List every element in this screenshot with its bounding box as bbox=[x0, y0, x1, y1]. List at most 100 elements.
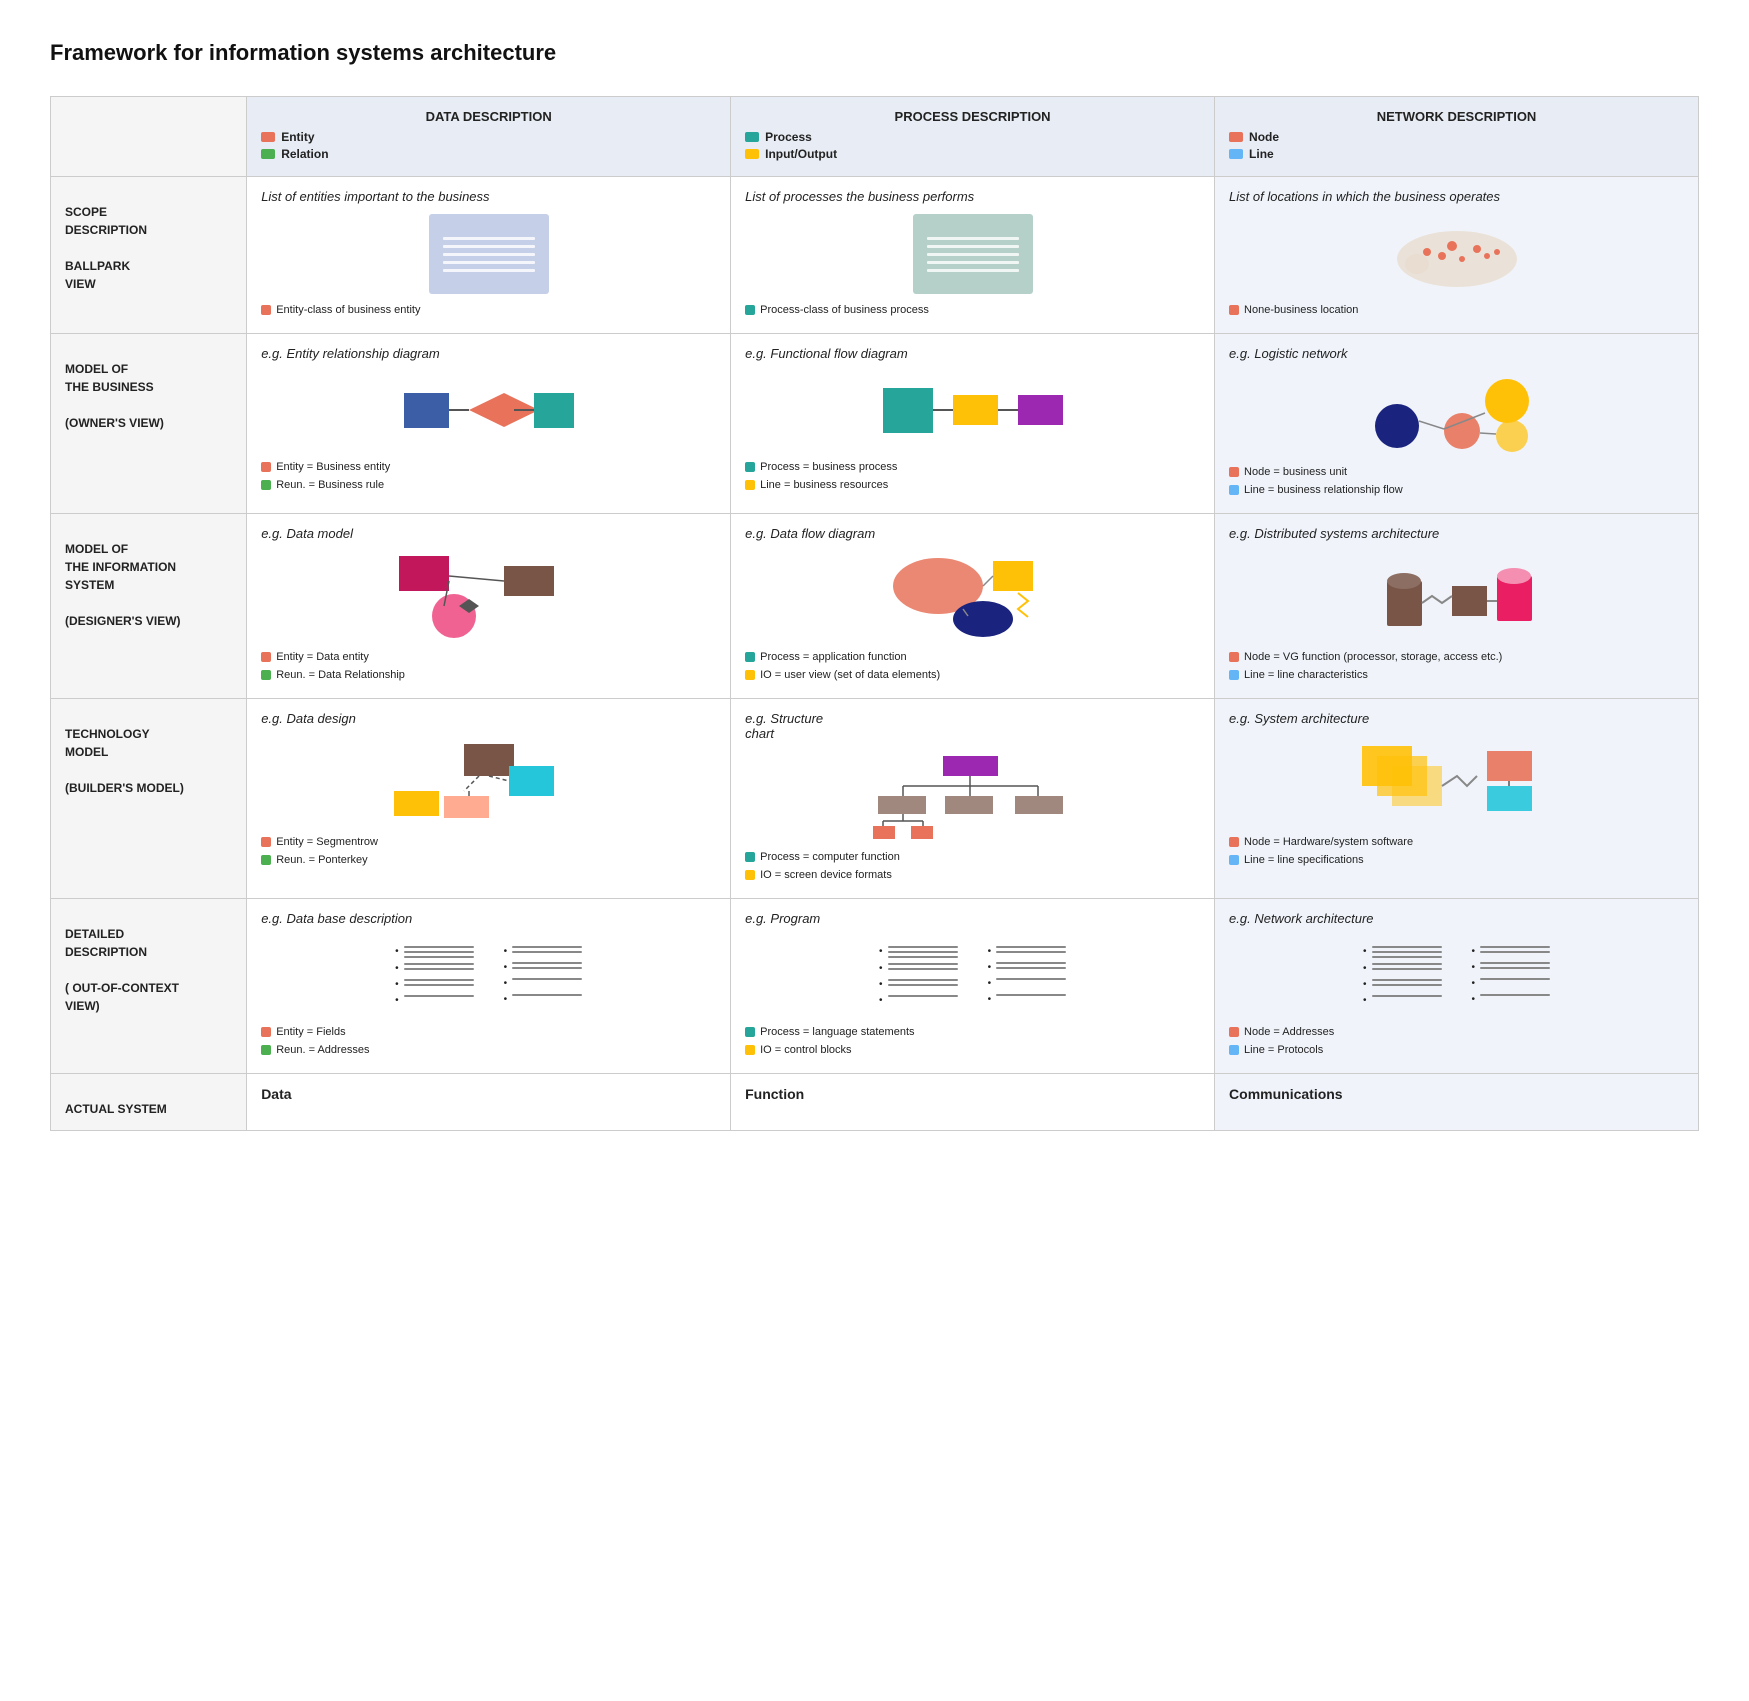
data-model-diagram bbox=[394, 551, 584, 641]
actual-process-cell: Function bbox=[731, 1073, 1215, 1130]
business-data-cell: e.g. Entity relationship diagram Entity bbox=[247, 333, 731, 513]
business-network-cell: e.g. Logistic network bbox=[1215, 333, 1699, 513]
line-color-box bbox=[1229, 149, 1243, 159]
scope-network-map bbox=[1387, 214, 1527, 294]
cap-dot bbox=[261, 855, 271, 865]
cap-dot bbox=[1229, 1045, 1239, 1055]
tech-process-cell: e.g. Structurechart bbox=[731, 698, 1215, 898]
tech-process-caption: Process = computer function IO = screen … bbox=[745, 849, 1200, 884]
business-network-diagram bbox=[1229, 371, 1684, 456]
business-row-label: MODEL OFTHE BUSINESS(OWNER'S VIEW) bbox=[51, 333, 247, 513]
info-process-title: e.g. Data flow diagram bbox=[745, 526, 1200, 541]
detailed-row-label: DETAILEDDESCRIPTION( OUT-OF-CONTEXTVIEW) bbox=[51, 898, 247, 1073]
cap-dot bbox=[1229, 467, 1239, 477]
tech-data-diagram bbox=[261, 736, 716, 826]
row-business-model: MODEL OFTHE BUSINESS(OWNER'S VIEW) e.g. … bbox=[51, 333, 1699, 513]
detailed-data-cell: e.g. Data base description • • • • • • bbox=[247, 898, 731, 1073]
system-arch-diagram bbox=[1357, 736, 1557, 826]
business-data-title: e.g. Entity relationship diagram bbox=[261, 346, 716, 361]
cap-dot bbox=[1229, 305, 1239, 315]
scope-process-doc bbox=[913, 214, 1033, 294]
info-network-diagram bbox=[1229, 551, 1684, 641]
cap-dot bbox=[1229, 670, 1239, 680]
structure-chart bbox=[873, 751, 1073, 841]
info-data-title: e.g. Data model bbox=[261, 526, 716, 541]
business-process-cell: e.g. Functional flow diagram Process = bbox=[731, 333, 1215, 513]
business-process-title: e.g. Functional flow diagram bbox=[745, 346, 1200, 361]
business-network-caption: Node = business unit Line = business rel… bbox=[1229, 464, 1684, 499]
detailed-process-caption: Process = language statements IO = contr… bbox=[745, 1024, 1200, 1059]
scope-process-title: List of processes the business performs bbox=[745, 189, 1200, 204]
cap-dot bbox=[745, 670, 755, 680]
row-info-system: MODEL OFTHE INFORMATIONSYSTEM(DESIGNER'S… bbox=[51, 513, 1699, 698]
row-technology: TECHNOLOGYMODEL(BUILDER'S MODEL) e.g. Da… bbox=[51, 698, 1699, 898]
scope-network-diagram bbox=[1229, 214, 1684, 294]
detailed-data-diagram: • • • • • • • • bbox=[261, 936, 716, 1016]
process-color-box bbox=[745, 132, 759, 142]
cap-dot bbox=[745, 1045, 755, 1055]
tech-process-title: e.g. Structurechart bbox=[745, 711, 1200, 741]
row-detailed: DETAILEDDESCRIPTION( OUT-OF-CONTEXTVIEW)… bbox=[51, 898, 1699, 1073]
header-empty bbox=[51, 97, 247, 177]
row-actual-system: ACTUAL SYSTEM Data Function Communicatio… bbox=[51, 1073, 1699, 1130]
actual-data-cell: Data bbox=[247, 1073, 731, 1130]
cap-dot bbox=[261, 1045, 271, 1055]
tech-data-caption: Entity = Segmentrow Reun. = Ponterkey bbox=[261, 834, 716, 869]
info-network-caption: Node = VG function (processor, storage, … bbox=[1229, 649, 1684, 684]
actual-row-label: ACTUAL SYSTEM bbox=[51, 1073, 247, 1130]
flow-diagram bbox=[878, 373, 1068, 448]
cap-dot bbox=[1229, 485, 1239, 495]
cap-dot bbox=[261, 462, 271, 472]
cap-dot bbox=[745, 480, 755, 490]
scope-data-title: List of entities important to the busine… bbox=[261, 189, 716, 204]
cap-dot bbox=[261, 1027, 271, 1037]
tech-network-cell: e.g. System architecture bbox=[1215, 698, 1699, 898]
tech-process-diagram bbox=[745, 751, 1200, 841]
process-legend-io: Input/Output bbox=[745, 147, 1200, 161]
dataflow-diagram bbox=[873, 551, 1073, 641]
detailed-data-caption: Entity = Fields Reun. = Addresses bbox=[261, 1024, 716, 1059]
header-network-description: NETWORK DESCRIPTION Node Line bbox=[1215, 97, 1699, 177]
detailed-process-diagram: • • • • • • • • bbox=[745, 936, 1200, 1016]
process-desc-title: PROCESS DESCRIPTION bbox=[745, 109, 1200, 124]
process-legend-process: Process bbox=[745, 130, 1200, 144]
header-data-description: DATA DESCRIPTION Entity Relation bbox=[247, 97, 731, 177]
cap-dot bbox=[261, 652, 271, 662]
info-network-cell: e.g. Distributed systems architecture bbox=[1215, 513, 1699, 698]
detailed-process-title: e.g. Program bbox=[745, 911, 1200, 926]
page-title: Framework for information systems archit… bbox=[50, 40, 1699, 66]
scope-row-label: SCOPEDESCRIPTIONBALLPARKVIEW bbox=[51, 177, 247, 334]
network-legend-line: Line bbox=[1229, 147, 1684, 161]
info-process-caption: Process = application function IO = user… bbox=[745, 649, 1200, 684]
scope-network-caption: None-business location bbox=[1229, 302, 1684, 319]
io-color-box bbox=[745, 149, 759, 159]
cap-dot bbox=[1229, 855, 1239, 865]
info-network-title: e.g. Distributed systems architecture bbox=[1229, 526, 1684, 541]
cap-dot bbox=[1229, 652, 1239, 662]
info-data-diagram bbox=[261, 551, 716, 641]
cap-dot bbox=[745, 462, 755, 472]
tech-network-title: e.g. System architecture bbox=[1229, 711, 1684, 726]
data-desc-title: DATA DESCRIPTION bbox=[261, 109, 716, 124]
data-legend-entity: Entity bbox=[261, 130, 716, 144]
distributed-diagram bbox=[1357, 551, 1557, 641]
tech-network-diagram bbox=[1229, 736, 1684, 826]
cap-dot bbox=[745, 305, 755, 315]
detailed-network-diagram: • • • • • • • • bbox=[1229, 936, 1684, 1016]
detailed-network-cell: e.g. Network architecture • • • • • • • bbox=[1215, 898, 1699, 1073]
actual-network-cell: Communications bbox=[1215, 1073, 1699, 1130]
cap-dot bbox=[745, 652, 755, 662]
cap-dot bbox=[745, 870, 755, 880]
cap-dot bbox=[261, 305, 271, 315]
info-row-label: MODEL OFTHE INFORMATIONSYSTEM(DESIGNER'S… bbox=[51, 513, 247, 698]
detailed-network-title: e.g. Network architecture bbox=[1229, 911, 1684, 926]
scope-process-caption: Process-class of business process bbox=[745, 302, 1200, 319]
detailed-network-caption: Node = Addresses Line = Protocols bbox=[1229, 1024, 1684, 1059]
cap-dot bbox=[745, 1027, 755, 1037]
detailed-process-cell: e.g. Program • • • • • • • • bbox=[731, 898, 1215, 1073]
scope-data-diagram bbox=[261, 214, 716, 294]
info-data-cell: e.g. Data model bbox=[247, 513, 731, 698]
header-process-description: PROCESS DESCRIPTION Process Input/Output bbox=[731, 97, 1215, 177]
network-desc-title: NETWORK DESCRIPTION bbox=[1229, 109, 1684, 124]
data-legend-relation: Relation bbox=[261, 147, 716, 161]
